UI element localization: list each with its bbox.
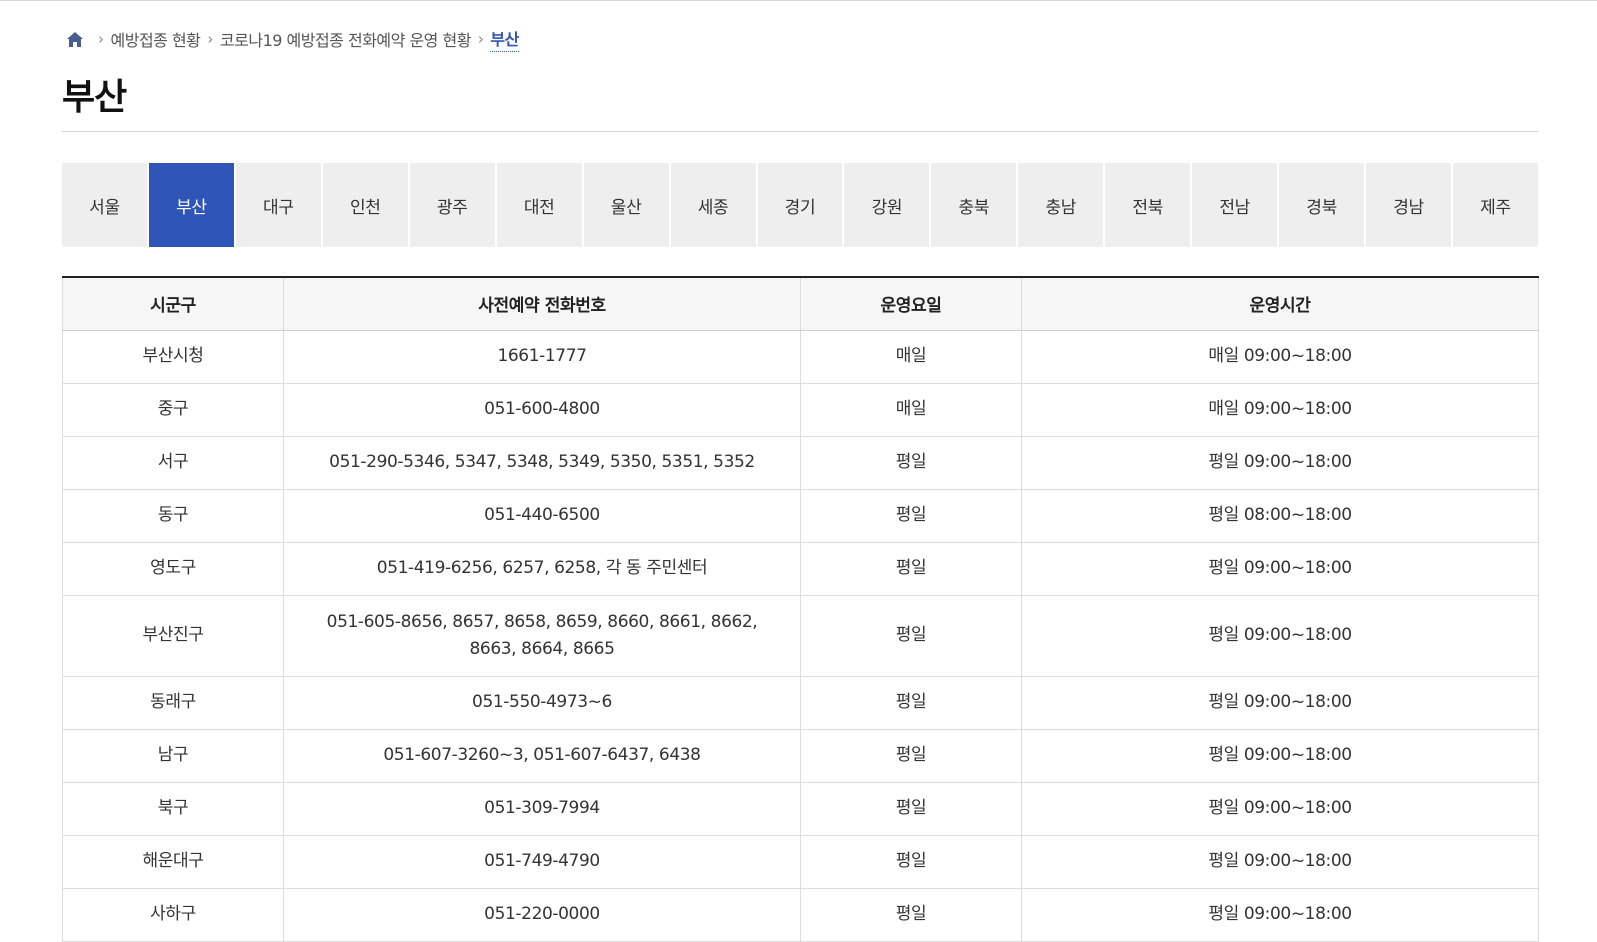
tab-region[interactable]: 광주 (409, 163, 497, 247)
cell-phone: 051-600-4800 (283, 383, 801, 437)
top-border (0, 0, 1597, 1)
cell-days: 평일 (800, 542, 1022, 596)
cell-phone: 051-290-5346, 5347, 5348, 5349, 5350, 53… (283, 436, 801, 490)
region-tabs: 서울 부산 대구 인천 광주 대전 울산 세종 경기 강원 충북 충남 전북 전남 경북 경남 제주 (62, 163, 1538, 247)
table-row: 영도구 051-419-6256, 6257, 6258, 각 동 주민센터 평일 평… (62, 542, 1539, 596)
cell-days: 평일 (800, 595, 1022, 677)
cell-hours: 매일 09:00~18:00 (1021, 330, 1539, 384)
cell-days: 평일 (800, 835, 1022, 889)
cell-hours: 매일 09:00~18:00 (1021, 383, 1539, 437)
chevron-right-icon: › (98, 30, 104, 48)
tab-region[interactable]: 충남 (1018, 163, 1106, 247)
cell-district: 중구 (62, 383, 284, 437)
breadcrumb-item-phone-reservation[interactable]: 코로나19 예방접종 전화예약 운영 현황 (220, 27, 472, 51)
table-row: 서구 051-290-5346, 5347, 5348, 5349, 5350, … (62, 436, 1539, 490)
cell-days: 평일 (800, 489, 1022, 543)
table-row: 사하구 051-220-0000 평일 평일 09:00~18:00 (62, 888, 1539, 942)
tab-region[interactable]: 세종 (670, 163, 758, 247)
cell-hours: 평일 09:00~18:00 (1021, 542, 1539, 596)
cell-hours: 평일 09:00~18:00 (1021, 676, 1539, 730)
tab-region[interactable]: 강원 (844, 163, 932, 247)
cell-phone: 051-309-7994 (283, 782, 801, 836)
cell-district: 부산시청 (62, 330, 284, 384)
cell-district: 동구 (62, 489, 284, 543)
reservation-table: 시군구 사전예약 전화번호 운영요일 운영시간 부산시청 1661-1777 매일 매… (62, 276, 1539, 942)
tab-region[interactable]: 대구 (235, 163, 323, 247)
chevron-right-icon: › (477, 30, 484, 48)
table-row: 북구 051-309-7994 평일 평일 09:00~18:00 (62, 782, 1539, 836)
header-district: 시군구 (62, 276, 284, 331)
cell-phone: 051-419-6256, 6257, 6258, 각 동 주민센터 (283, 542, 801, 596)
table-row: 남구 051-607-3260~3, 051-607-6437, 6438 평일 평일… (62, 729, 1539, 783)
tab-region[interactable]: 경기 (757, 163, 845, 247)
cell-days: 평일 (800, 436, 1022, 490)
cell-district: 남구 (62, 729, 284, 783)
tab-region[interactable]: 전남 (1192, 163, 1280, 247)
home-icon[interactable] (65, 29, 85, 49)
breadcrumb: › 예방접종 현황 › 코로나19 예방접종 전화예약 운영 현황 › 부산 (65, 26, 519, 52)
cell-hours: 평일 09:00~18:00 (1021, 782, 1539, 836)
cell-phone: 051-440-6500 (283, 489, 801, 543)
cell-district: 해운대구 (62, 835, 284, 889)
table-row: 부산시청 1661-1777 매일 매일 09:00~18:00 (62, 330, 1539, 384)
chevron-right-icon: › (207, 30, 213, 48)
cell-days: 평일 (800, 782, 1022, 836)
cell-phone: 051-607-3260~3, 051-607-6437, 6438 (283, 729, 801, 783)
cell-phone: 051-550-4973~6 (283, 676, 801, 730)
table-row: 동구 051-440-6500 평일 평일 08:00~18:00 (62, 489, 1539, 543)
tab-region[interactable]: 경북 (1279, 163, 1367, 247)
tab-region[interactable]: 울산 (583, 163, 671, 247)
cell-days: 매일 (800, 330, 1022, 384)
table-row: 동래구 051-550-4973~6 평일 평일 09:00~18:00 (62, 676, 1539, 730)
cell-days: 평일 (800, 888, 1022, 942)
tab-region[interactable]: 제주 (1453, 163, 1538, 247)
cell-district: 동래구 (62, 676, 284, 730)
tab-region[interactable]: 충북 (931, 163, 1019, 247)
cell-district: 부산진구 (62, 595, 284, 677)
tab-region[interactable]: 전북 (1105, 163, 1193, 247)
title-divider (62, 131, 1538, 132)
header-hours: 운영시간 (1021, 276, 1539, 331)
tab-region[interactable]: 대전 (496, 163, 584, 247)
cell-days: 평일 (800, 729, 1022, 783)
tab-region[interactable]: 경남 (1366, 163, 1453, 247)
cell-phone: 051-220-0000 (283, 888, 801, 942)
tab-region[interactable]: 인천 (322, 163, 410, 247)
cell-phone: 1661-1777 (283, 330, 801, 384)
cell-hours: 평일 09:00~18:00 (1021, 835, 1539, 889)
table-row: 중구 051-600-4800 매일 매일 09:00~18:00 (62, 383, 1539, 437)
cell-district: 사하구 (62, 888, 284, 942)
reservation-table-wrapper: 시군구 사전예약 전화번호 운영요일 운영시간 부산시청 1661-1777 매일 매… (62, 276, 1539, 942)
cell-days: 매일 (800, 383, 1022, 437)
cell-hours: 평일 09:00~18:00 (1021, 729, 1539, 783)
cell-days: 평일 (800, 676, 1022, 730)
cell-hours: 평일 09:00~18:00 (1021, 436, 1539, 490)
cell-phone: 051-749-4790 (283, 835, 801, 889)
header-phone: 사전예약 전화번호 (283, 276, 801, 331)
header-days: 운영요일 (800, 276, 1022, 331)
cell-phone: 051-605-8656, 8657, 8658, 8659, 8660, 86… (283, 595, 801, 677)
tab-region[interactable]: 서울 (62, 163, 149, 247)
breadcrumb-current[interactable]: 부산 (490, 26, 519, 52)
table-row: 해운대구 051-749-4790 평일 평일 09:00~18:00 (62, 835, 1539, 889)
tab-region[interactable]: 부산 (148, 163, 236, 247)
page-title: 부산 (62, 77, 127, 118)
cell-district: 영도구 (62, 542, 284, 596)
cell-hours: 평일 08:00~18:00 (1021, 489, 1539, 543)
cell-district: 북구 (62, 782, 284, 836)
cell-hours: 평일 09:00~18:00 (1021, 888, 1539, 942)
table-body: 부산시청 1661-1777 매일 매일 09:00~18:00 중구 051-600-4… (62, 330, 1539, 942)
table-row: 부산진구 051-605-8656, 8657, 8658, 8659, 8660… (62, 595, 1539, 677)
cell-hours: 평일 09:00~18:00 (1021, 595, 1539, 677)
breadcrumb-item-vaccination-status[interactable]: 예방접종 현황 (111, 27, 201, 51)
table-header-row: 시군구 사전예약 전화번호 운영요일 운영시간 (62, 276, 1539, 331)
cell-district: 서구 (62, 436, 284, 490)
